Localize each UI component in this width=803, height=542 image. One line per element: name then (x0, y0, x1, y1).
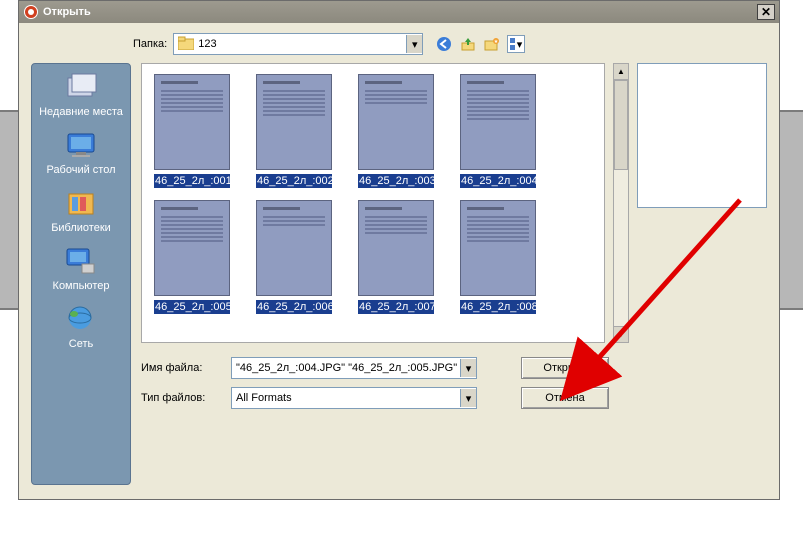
file-thumb[interactable]: 46_25_2л_:008 (460, 200, 536, 314)
sidebar-desktop[interactable]: Рабочий стол (35, 128, 127, 176)
filename-dropdown-arrow[interactable]: ▾ (460, 359, 476, 377)
file-list-pane[interactable]: 46_25_2л_:001 46_25_2л_:002 46_25_2л_:00… (141, 63, 605, 343)
computer-icon (61, 244, 101, 278)
folder-icon (178, 36, 194, 53)
file-thumb[interactable]: 46_25_2л_:001 (154, 74, 230, 188)
filename-input[interactable]: "46_25_2л_:004.JPG" "46_25_2л_:005.JPG" … (231, 357, 477, 379)
filetype-label: Тип файлов: (141, 392, 221, 404)
close-button[interactable]: ✕ (757, 4, 775, 20)
places-sidebar: Недавние места Рабочий стол Библиотеки К… (31, 63, 131, 485)
desktop-icon (61, 128, 101, 162)
new-folder-icon[interactable]: ★ (483, 35, 501, 53)
libraries-icon (61, 186, 101, 220)
svg-text:★: ★ (494, 39, 499, 45)
scroll-thumb[interactable] (614, 80, 628, 170)
sidebar-libraries[interactable]: Библиотеки (35, 186, 127, 234)
filename-label: Имя файла: (141, 362, 221, 374)
folder-dropdown[interactable]: 123 ▾ (173, 33, 423, 55)
scroll-up-icon[interactable]: ▲ (614, 64, 628, 80)
open-file-dialog: Открыть ✕ Папка: 123 ▾ ★ ▾ (18, 0, 780, 500)
filetype-dropdown[interactable]: All Formats ▾ (231, 387, 477, 409)
sidebar-recent[interactable]: Недавние места (35, 70, 127, 118)
sidebar-computer[interactable]: Компьютер (35, 244, 127, 292)
vertical-scrollbar[interactable]: ▲ ▼ (613, 63, 629, 343)
sidebar-network[interactable]: Сеть (35, 302, 127, 350)
file-thumb[interactable]: 46_25_2л_:005 (154, 200, 230, 314)
title-bar: Открыть ✕ (19, 1, 779, 23)
folder-value: 123 (198, 38, 216, 50)
thumbnail-grid: 46_25_2л_:001 46_25_2л_:002 46_25_2л_:00… (154, 74, 592, 314)
folder-label: Папка: (133, 38, 167, 50)
file-thumb[interactable]: 46_25_2л_:004 (460, 74, 536, 188)
folder-dropdown-arrow[interactable]: ▾ (406, 35, 422, 53)
up-level-icon[interactable] (459, 35, 477, 53)
folder-select-row: Папка: 123 ▾ ★ ▾ (133, 33, 767, 55)
preview-pane (637, 63, 767, 208)
filetype-dropdown-arrow[interactable]: ▾ (460, 389, 476, 407)
scroll-down-icon[interactable]: ▼ (614, 326, 628, 342)
network-icon (61, 302, 101, 336)
dialog-title: Открыть (43, 6, 91, 18)
file-thumb[interactable]: 46_25_2л_:003 (358, 74, 434, 188)
app-icon (23, 4, 39, 20)
file-thumb[interactable]: 46_25_2л_:002 (256, 74, 332, 188)
cancel-button[interactable]: Отмена (521, 387, 609, 409)
view-menu-icon[interactable]: ▾ (507, 35, 525, 53)
file-thumb[interactable]: 46_25_2л_:007 (358, 200, 434, 314)
recent-icon (61, 70, 101, 104)
open-button[interactable]: Открыть (521, 357, 609, 379)
file-thumb[interactable]: 46_25_2л_:006 (256, 200, 332, 314)
back-icon[interactable] (435, 35, 453, 53)
